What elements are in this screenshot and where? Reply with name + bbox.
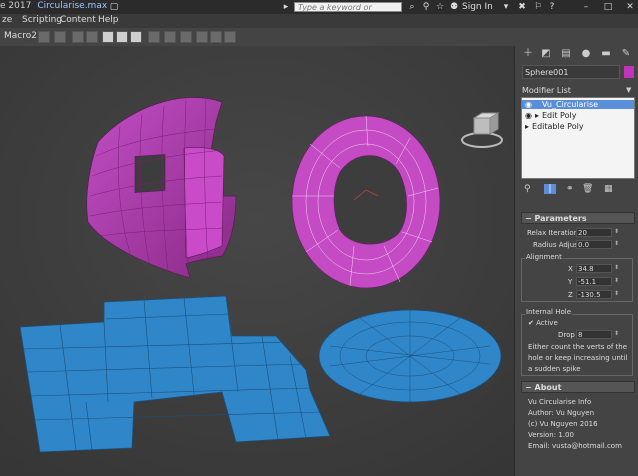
hierarchy-tab-icon[interactable]: ▤ — [559, 48, 573, 60]
pink-ring-object — [291, 115, 441, 289]
dropdown-icon[interactable]: ▾ — [500, 1, 512, 13]
remove-modifier-icon[interactable]: 🗑 — [582, 184, 593, 194]
minimize-icon[interactable]: – — [580, 1, 592, 13]
expand-icon[interactable]: ▸ — [525, 122, 529, 131]
title-bar: e 2017 Circularise.max ▢ ▸ Type a keyword… — [0, 0, 638, 22]
sign-in-button[interactable]: Sign In — [462, 2, 493, 12]
modifier-stack[interactable]: ◉ Vu_Circularise ◉ ▸ Edit Poly ▸ Editable Po… — [521, 97, 635, 179]
help-icon[interactable]: ? — [546, 1, 558, 13]
window-title: e 2017 Circularise.max — [0, 1, 108, 11]
tool-button[interactable] — [86, 31, 98, 43]
x-spinner[interactable]: 34.8 — [576, 264, 612, 273]
main-toolbar: Macro2 — [0, 28, 638, 47]
spinner-arrows-icon[interactable]: ⬍ — [614, 264, 619, 271]
macro-label[interactable]: Macro2 — [4, 31, 37, 41]
tool-button[interactable] — [210, 31, 222, 43]
show-end-result-icon[interactable]: | — [544, 184, 556, 194]
utilities-tab-icon[interactable]: ✎ — [619, 48, 633, 60]
tool-button[interactable] — [54, 31, 66, 43]
window-icon: ▢ — [109, 2, 119, 12]
object-name-field[interactable]: Sphere001 — [522, 65, 620, 79]
viewcube[interactable] — [460, 112, 506, 155]
make-unique-icon[interactable]: ⚭ — [566, 184, 574, 194]
radius-adjust-spinner[interactable]: 0.0 — [576, 240, 612, 249]
object-color-swatch[interactable] — [624, 66, 634, 78]
file-name: Circularise.max — [37, 1, 108, 11]
layout-button[interactable] — [130, 31, 142, 43]
exchange-icon[interactable]: ✖ — [516, 1, 528, 13]
layout-button[interactable] — [102, 31, 114, 43]
y-label: Y — [568, 278, 573, 286]
alignment-label: Alignment — [525, 253, 563, 261]
relax-iterations-spinner[interactable]: 20 — [576, 228, 612, 237]
stack-item-editable-poly[interactable]: ▸ Editable Poly — [522, 122, 634, 131]
z-label: Z — [568, 291, 573, 299]
spinner-arrows-icon[interactable]: ⬍ — [614, 290, 619, 297]
star-icon[interactable]: ☆ — [434, 1, 446, 13]
tool-button[interactable] — [196, 31, 208, 43]
dropdown-icon[interactable]: ▸ — [280, 1, 292, 13]
spinner-arrows-icon[interactable]: ⬍ — [614, 240, 619, 247]
tool-button[interactable] — [164, 31, 176, 43]
stack-item-vu-circularise[interactable]: ◉ Vu_Circularise — [522, 100, 634, 109]
configure-sets-icon[interactable]: ▦ — [604, 184, 613, 194]
expand-icon[interactable]: ▸ — [535, 111, 539, 120]
drop-label: Drop — [558, 331, 575, 339]
tool-button[interactable] — [148, 31, 160, 43]
cart-icon[interactable]: ⚐ — [532, 1, 544, 13]
about-line: Version: 1.00 — [528, 431, 574, 439]
blue-disc-object — [318, 309, 502, 403]
maximize-icon[interactable]: □ — [602, 1, 614, 13]
internal-hole-label: Internal Hole — [525, 308, 573, 316]
tool-button[interactable] — [38, 31, 50, 43]
user-icon[interactable]: ⚉ — [448, 1, 460, 13]
drop-spinner[interactable]: 8 — [576, 330, 612, 339]
scene-render — [0, 46, 514, 476]
close-icon[interactable]: ✕ — [624, 1, 636, 13]
viewport[interactable] — [0, 46, 514, 476]
about-line: (c) Vu Nguyen 2016 — [528, 420, 598, 428]
about-line: Author: Vu Nguyen — [528, 409, 595, 417]
search-input[interactable]: Type a keyword or phrase — [294, 2, 402, 22]
active-checkbox[interactable]: ✔ Active — [528, 319, 558, 327]
pin-stack-icon[interactable]: ⚲ — [524, 184, 531, 194]
menu-bar: ze Scripting Content Help — [0, 14, 638, 28]
menu-item-content[interactable]: Content — [60, 15, 96, 25]
layout-button[interactable] — [116, 31, 128, 43]
hole-help-text: hole or keep increasing until — [528, 354, 628, 362]
relax-iterations-label: Relax Iterations — [527, 229, 582, 237]
menu-item[interactable]: ze — [2, 15, 12, 25]
about-rollout-header[interactable]: − About — [521, 381, 635, 393]
motion-tab-icon[interactable]: ● — [579, 48, 593, 60]
about-line: Email: vusta@hotmail.com — [528, 442, 622, 450]
spinner-arrows-icon[interactable]: ⬍ — [614, 277, 619, 284]
y-spinner[interactable]: -51.1 — [576, 277, 612, 286]
chevron-down-icon[interactable]: ▼ — [626, 86, 631, 94]
radius-adjust-label: Radius Adjust — [533, 241, 581, 249]
search-icon[interactable]: ⌕ — [406, 1, 418, 13]
subscription-icon[interactable]: ⚲ — [420, 1, 432, 13]
tool-button[interactable] — [180, 31, 192, 43]
about-line: Vu Circularise Info — [528, 398, 592, 406]
tool-button[interactable] — [224, 31, 236, 43]
hole-help-text: Either count the verts of the — [528, 343, 628, 351]
eye-icon[interactable]: ◉ — [525, 111, 532, 120]
spinner-arrows-icon[interactable]: ⬍ — [614, 228, 619, 235]
create-tab-icon[interactable]: ＋ — [521, 48, 535, 60]
hole-help-text: a sudden spike — [528, 365, 581, 373]
x-label: X — [568, 265, 573, 273]
menu-item-help[interactable]: Help — [98, 15, 119, 25]
active-label: Active — [536, 319, 558, 327]
modifier-list-dropdown[interactable]: Modifier List — [522, 86, 571, 95]
tool-button[interactable] — [72, 31, 84, 43]
parameters-rollout-header[interactable]: − Parameters — [521, 212, 635, 224]
eye-icon[interactable]: ◉ — [525, 100, 532, 109]
menu-item-scripting[interactable]: Scripting — [22, 15, 62, 25]
stack-item-edit-poly[interactable]: ◉ ▸ Edit Poly — [522, 111, 634, 120]
modify-tab-icon[interactable]: ◩ — [539, 48, 553, 60]
spinner-arrows-icon[interactable]: ⬍ — [614, 330, 619, 337]
display-tab-icon[interactable]: ▬ — [599, 48, 613, 60]
z-spinner[interactable]: -130.5 — [576, 290, 612, 299]
